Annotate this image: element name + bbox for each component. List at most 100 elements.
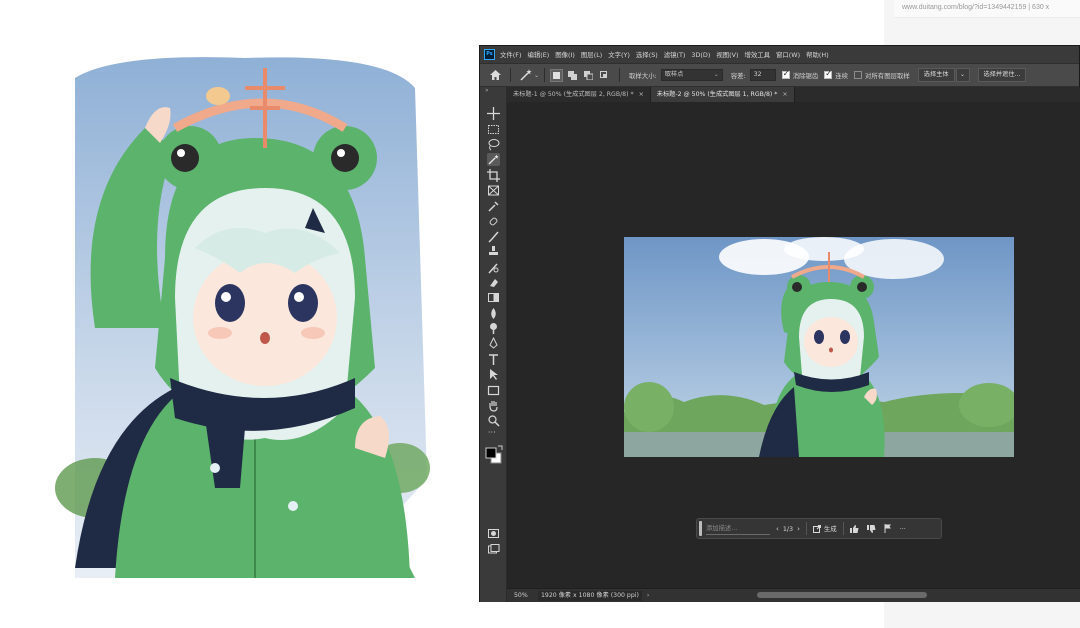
menu-type[interactable]: 文字(Y) [608,50,630,59]
tolerance-label: 容差: [730,71,746,80]
intersect-selection-icon[interactable] [598,69,611,82]
tab-untitled-1[interactable]: 未标题-1 @ 50% (生成式图层 2, RGB/8) * × [507,87,651,102]
contiguous-checkbox[interactable]: 连续 [824,69,849,80]
select-and-mask-button[interactable]: 选择并遮住... [977,68,1027,82]
zoom-tool-icon[interactable] [487,414,500,427]
tab-label: 未标题-1 @ 50% (生成式图层 2, RGB/8) * [513,91,634,98]
options-bar: ⌄ 取样大小: 取样点 ⌄ 容差: 32 消除锯齿 连续 [480,63,1079,87]
thumbs-up-icon[interactable] [849,524,859,533]
history-brush-icon[interactable] [487,261,500,274]
eyedropper-tool-icon[interactable] [487,200,500,213]
sample-all-layers-checkbox[interactable]: 对所有图层取样 [854,71,910,80]
generative-prompt-input[interactable] [706,522,770,535]
menu-3d[interactable]: 3D(D) [691,51,710,59]
menu-window[interactable]: 窗口(W) [776,50,800,59]
generate-icon [812,524,821,533]
contextual-task-bar: ‹ 1/3 › 生成 ··· [696,518,942,539]
sample-size-value: 取样点 [664,71,684,78]
menu-bar: Ps 文件(F) 编辑(E) 图像(I) 图层(L) 文字(Y) 选择(S) 滤… [480,46,1079,63]
horizontal-scrollbar[interactable] [757,592,927,598]
dodge-tool-icon[interactable] [487,322,500,335]
quick-mask-icon[interactable] [487,527,500,540]
more-tools-icon[interactable]: ··· [488,428,496,437]
more-options-icon[interactable]: ··· [900,525,906,533]
antialias-checkbox[interactable]: 消除锯齿 [781,69,818,80]
hand-tool-icon[interactable] [487,399,500,412]
sample-all-layers-label: 对所有图层取样 [865,71,910,80]
separator [619,68,621,82]
tab-label: 未标题-2 @ 50% (生成式图层 1, RGB/8) * [656,91,778,98]
new-selection-icon[interactable] [550,68,564,82]
close-icon[interactable]: × [639,91,644,98]
menu-image[interactable]: 图像(I) [555,50,575,59]
rectangle-tool-icon[interactable] [487,384,500,397]
photoshop-window: Ps 文件(F) 编辑(E) 图像(I) 图层(L) 文字(Y) 选择(S) 滤… [479,45,1080,602]
close-icon[interactable]: × [782,91,787,98]
move-tool-icon[interactable] [487,107,500,120]
status-menu-arrow-icon[interactable]: › [647,592,649,599]
document-info[interactable]: 1920 像素 x 1080 像素 (300 ppi) [538,590,642,601]
drag-handle-icon[interactable] [699,521,702,536]
thumbs-down-icon[interactable] [866,524,876,533]
subtract-from-selection-icon[interactable] [582,69,595,82]
sample-size-select[interactable]: 取样点 ⌄ [660,69,723,81]
flag-icon[interactable] [884,524,892,533]
blur-tool-icon[interactable] [487,307,500,320]
checkbox-checked-icon[interactable] [824,69,833,79]
home-icon[interactable] [485,67,505,83]
frame-tool-icon[interactable] [487,184,500,197]
screen-mode-icon[interactable] [487,543,500,556]
chevron-down-icon[interactable]: ⌄ [534,72,539,79]
magic-wand-tool-icon[interactable] [487,153,500,166]
zoom-level[interactable]: 50% [514,592,536,599]
magic-wand-tool-preset-icon[interactable] [516,67,536,83]
separator [510,68,511,82]
menu-edit[interactable]: 编辑(E) [527,50,549,59]
document-tab-bar: 未标题-1 @ 50% (生成式图层 2, RGB/8) * × 未标题-2 @ … [507,87,1080,102]
tab-untitled-2[interactable]: 未标题-2 @ 50% (生成式图层 1, RGB/8) * × [650,87,795,102]
pen-tool-icon[interactable] [487,337,500,350]
healing-brush-icon[interactable] [487,215,500,228]
menu-help[interactable]: 帮助(H) [806,50,829,59]
photoshop-logo-icon[interactable]: Ps [484,49,495,60]
color-swatches-icon[interactable] [484,444,504,466]
type-tool-icon[interactable] [487,353,500,366]
menu-select[interactable]: 选择(S) [636,50,658,59]
screen: www.duitang.com/blog/?id=1349442159 | 63… [0,0,1080,628]
chevron-down-icon: ⌄ [713,71,719,78]
menu-plugins[interactable]: 增效工具 [744,50,770,59]
document-canvas-image[interactable] [624,237,1014,457]
contiguous-label: 连续 [835,71,849,80]
chevron-left-icon[interactable]: ‹ [776,525,779,533]
select-subject-button[interactable]: 选择主体 [917,68,955,82]
menu-view[interactable]: 视图(V) [716,50,738,59]
toolbox: » ··· [480,87,507,602]
separator [842,522,844,535]
eraser-tool-icon[interactable] [487,276,500,289]
lasso-tool-icon[interactable] [487,138,500,151]
chevron-right-icon[interactable]: › [797,525,800,533]
tolerance-value: 32 [753,71,762,78]
generate-button[interactable]: 生成 [812,524,837,533]
path-selection-icon[interactable] [487,368,500,381]
chevron-down-icon[interactable]: ⌄ [955,68,970,82]
add-to-selection-icon[interactable] [566,69,579,82]
checkbox-empty-icon[interactable] [854,71,863,79]
collapse-toolbox-icon[interactable]: » [485,87,489,94]
marquee-tool-icon[interactable] [487,123,500,136]
checkbox-checked-icon[interactable] [781,69,790,79]
url-text[interactable]: www.duitang.com/blog/?id=1349442159 | 63… [894,0,1080,18]
gradient-tool-icon[interactable] [487,291,500,304]
menu-layer[interactable]: 图层(L) [581,50,602,59]
brush-tool-icon[interactable] [487,230,500,243]
menu-file[interactable]: 文件(F) [500,50,521,59]
sample-size-label: 取样大小: [629,71,657,80]
menu-filter[interactable]: 滤镜(T) [664,50,686,59]
generate-label: 生成 [823,525,837,533]
character-artwork [55,48,436,590]
crop-tool-icon[interactable] [487,169,500,182]
separator [544,68,546,82]
canvas-area[interactable]: ‹ 1/3 › 生成 ··· [507,102,1080,588]
tolerance-field[interactable]: 32 [749,69,776,81]
clone-stamp-icon[interactable] [487,245,500,258]
